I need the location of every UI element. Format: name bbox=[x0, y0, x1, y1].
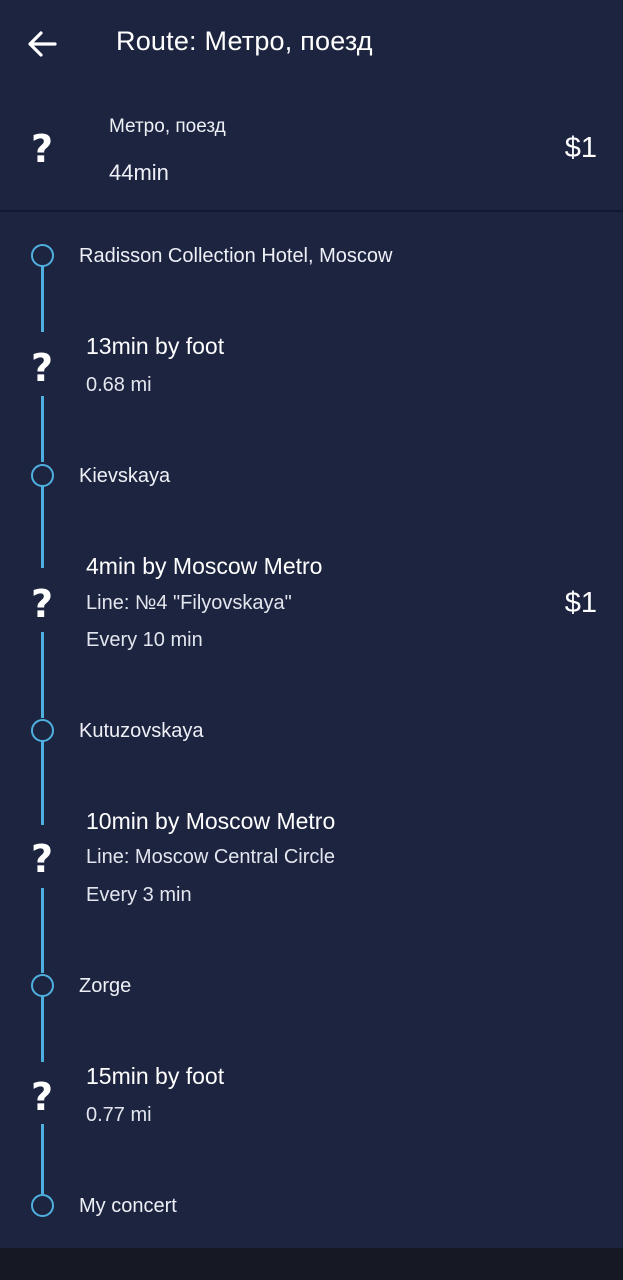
stop-name: Zorge bbox=[79, 975, 132, 997]
timeline-line bbox=[41, 741, 44, 825]
question-icon: ? bbox=[30, 346, 54, 390]
stop-name: Kutuzovskaya bbox=[79, 720, 204, 742]
question-icon: ? bbox=[30, 582, 54, 626]
timeline-line bbox=[41, 266, 44, 332]
timeline-line bbox=[41, 888, 44, 973]
stop-marker bbox=[31, 974, 54, 997]
summary-mode: Метро, поезд bbox=[109, 116, 226, 137]
timeline-line bbox=[41, 632, 44, 718]
stop-marker bbox=[31, 244, 54, 267]
segment-line: Line: №4 "Filyovskaya" bbox=[86, 592, 292, 614]
page-title: Route: Метро, поезд bbox=[116, 26, 373, 56]
segment-title: 4min by Moscow Metro bbox=[86, 553, 323, 579]
segment-title: 10min by Moscow Metro bbox=[86, 808, 336, 834]
stop-marker bbox=[31, 464, 54, 487]
segment-distance: 0.68 mi bbox=[86, 374, 152, 396]
segment-price: $1 bbox=[564, 587, 597, 619]
stop-marker bbox=[31, 1194, 54, 1217]
timeline-line bbox=[41, 396, 44, 462]
stop-name: Kievskaya bbox=[79, 465, 171, 487]
timeline-line bbox=[41, 486, 44, 568]
segment-title: 13min by foot bbox=[86, 333, 225, 359]
question-icon: ? bbox=[30, 127, 54, 171]
route-timeline: Radisson Collection Hotel, Moscow ? 13mi… bbox=[0, 212, 623, 1248]
summary-duration: 44min bbox=[109, 160, 169, 185]
segment-line: Line: Moscow Central Circle bbox=[86, 846, 335, 868]
stop-name: Radisson Collection Hotel, Moscow bbox=[79, 245, 393, 267]
stop-name: My concert bbox=[79, 1195, 177, 1217]
segment-title: 15min by foot bbox=[86, 1063, 225, 1089]
bottom-bar bbox=[0, 1248, 623, 1280]
question-icon: ? bbox=[30, 837, 54, 881]
summary-price: $1 bbox=[564, 132, 597, 164]
timeline-line bbox=[41, 996, 44, 1062]
route-summary[interactable]: ? Метро, поезд 44min $1 bbox=[0, 86, 623, 212]
timeline-line bbox=[41, 1124, 44, 1194]
segment-distance: 0.77 mi bbox=[86, 1104, 152, 1126]
segment-frequency: Every 10 min bbox=[86, 629, 203, 651]
stop-marker bbox=[31, 719, 54, 742]
back-button[interactable] bbox=[18, 22, 66, 66]
arrow-left-icon bbox=[28, 31, 57, 57]
app-bar: Route: Метро, поезд bbox=[0, 0, 623, 86]
segment-frequency: Every 3 min bbox=[86, 884, 192, 906]
question-icon: ? bbox=[30, 1075, 54, 1119]
